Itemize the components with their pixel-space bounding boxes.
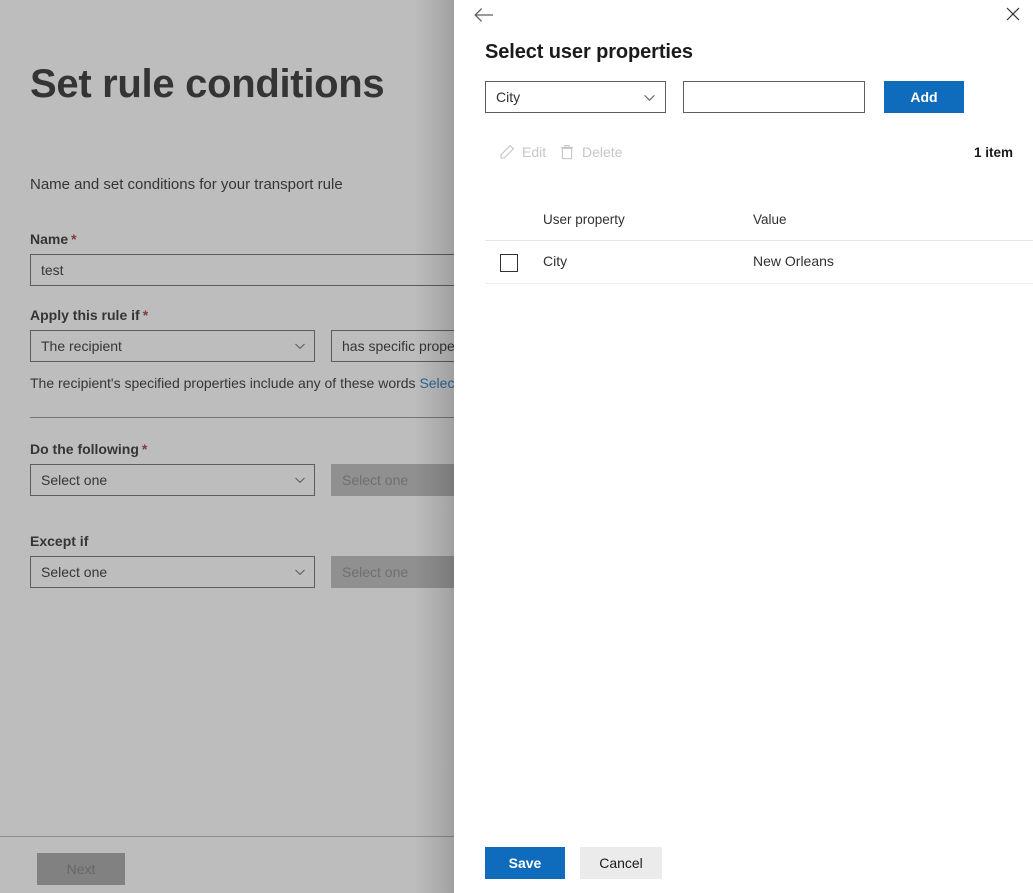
- save-button[interactable]: Save: [485, 847, 565, 879]
- panel-title: Select user properties: [485, 41, 693, 64]
- property-value-input[interactable]: [683, 81, 865, 113]
- table-header-row: User property Value: [485, 204, 1033, 241]
- hint-text: The recipient's specified properties inc…: [30, 375, 419, 391]
- cancel-button[interactable]: Cancel: [580, 847, 662, 879]
- close-button[interactable]: [999, 1, 1027, 27]
- row-value: New Orleans: [753, 253, 834, 269]
- do-following-label-text: Do the following: [30, 441, 139, 457]
- name-label-text: Name: [30, 231, 68, 247]
- except-condition-dropdown[interactable]: Select one: [30, 556, 315, 588]
- name-input-value: test: [41, 262, 64, 278]
- do-following-label: Do the following*: [30, 441, 147, 457]
- row-user-property: City: [543, 253, 567, 269]
- page-subtitle: Name and set conditions for your transpo…: [30, 176, 343, 193]
- chevron-down-icon: [294, 340, 306, 352]
- recipient-properties-hint: The recipient's specified properties inc…: [30, 375, 458, 391]
- do-action-dropdown[interactable]: Select one: [30, 464, 315, 496]
- chevron-down-icon: [294, 566, 306, 578]
- table-row[interactable]: City New Orleans: [485, 241, 1033, 284]
- item-count: 1 item: [974, 132, 1013, 172]
- except-if-label: Except if: [30, 533, 88, 549]
- name-required-marker: *: [71, 231, 76, 247]
- apply-condition-value: The recipient: [41, 338, 294, 354]
- back-button[interactable]: [468, 2, 500, 28]
- except-if-label-text: Except if: [30, 533, 88, 549]
- apply-required-marker: *: [143, 307, 148, 323]
- apply-rule-label-text: Apply this rule if: [30, 307, 140, 323]
- add-button[interactable]: Add: [884, 81, 964, 113]
- edit-button-label: Edit: [522, 144, 546, 160]
- apply-condition-dropdown[interactable]: The recipient: [30, 330, 315, 362]
- chevron-down-icon: [643, 91, 656, 104]
- name-field-label: Name*: [30, 231, 77, 247]
- chevron-down-icon: [294, 474, 306, 486]
- select-user-properties-panel: Select user properties City Add Edit Del…: [454, 0, 1033, 893]
- panel-topbar: [454, 0, 1033, 28]
- row-checkbox[interactable]: [500, 254, 518, 272]
- command-bar: Edit Delete 1 item: [485, 132, 1013, 172]
- except-condition-value: Select one: [41, 564, 294, 580]
- user-properties-table: User property Value City New Orleans: [485, 204, 1033, 284]
- column-header-user-property: User property: [543, 212, 625, 227]
- user-property-select[interactable]: City: [485, 81, 666, 113]
- page-title: Set rule conditions: [30, 62, 384, 107]
- next-button[interactable]: Next: [37, 853, 125, 885]
- panel-footer: Save Cancel: [454, 825, 1033, 893]
- do-required-marker: *: [142, 441, 147, 457]
- select-properties-link[interactable]: Select: [419, 375, 458, 391]
- back-arrow-icon: [474, 7, 494, 23]
- column-header-value: Value: [753, 212, 787, 227]
- pencil-icon: [499, 144, 515, 160]
- delete-button[interactable]: Delete: [559, 132, 622, 172]
- close-icon: [1006, 7, 1020, 21]
- user-property-select-value: City: [496, 89, 643, 105]
- delete-button-label: Delete: [582, 144, 622, 160]
- do-action-value: Select one: [41, 472, 294, 488]
- trash-icon: [559, 144, 575, 160]
- edit-button[interactable]: Edit: [499, 132, 546, 172]
- apply-rule-label: Apply this rule if*: [30, 307, 148, 323]
